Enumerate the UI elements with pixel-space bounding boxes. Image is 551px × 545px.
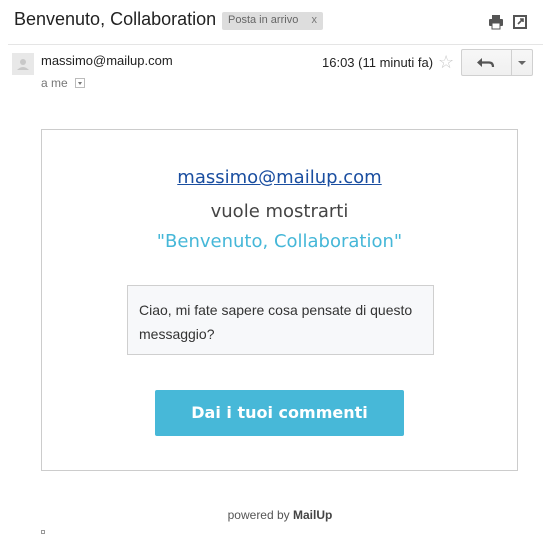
card-intro-text: vuole mostrarti (210, 201, 349, 222)
personal-message: Ciao, mi fate sapere cosa pensate di que… (127, 285, 434, 355)
sender-address[interactable]: massimo@mailup.com (41, 53, 173, 68)
attachment-toggle[interactable] (41, 530, 45, 534)
inbox-label-chip[interactable]: Posta in arrivo x (222, 12, 323, 30)
inbox-label-text: Posta in arrivo (228, 14, 299, 26)
powered-by-text: powered by (227, 508, 290, 522)
card-sender-line: massimo@mailup.com (42, 167, 517, 188)
remove-label-button[interactable]: x (312, 14, 318, 26)
print-icon[interactable] (488, 14, 504, 30)
message-timestamp: 16:03 (11 minuti fa) (322, 55, 434, 70)
subject-bar: Benvenuto, Collaboration Posta in arrivo… (0, 0, 551, 44)
open-in-new-window-icon[interactable] (512, 14, 528, 30)
give-feedback-button[interactable]: Dai i tuoi commenti (155, 390, 404, 436)
email-subject: Benvenuto, Collaboration (14, 9, 217, 29)
star-outline-icon[interactable]: ☆ (438, 52, 454, 72)
card-title: "Benvenuto, Collaboration" (156, 231, 403, 252)
recipient-label: a me (41, 76, 68, 90)
reply-button[interactable] (462, 50, 511, 75)
more-actions-button[interactable] (512, 50, 532, 75)
reply-arrow-icon (477, 58, 495, 68)
recipient-line: a me (41, 76, 86, 90)
header-divider (8, 44, 543, 45)
recipient-details-dropdown[interactable] (75, 78, 86, 88)
invitation-card: massimo@mailup.com vuole mostrarti "Benv… (41, 129, 518, 471)
powered-by-footer: powered by MailUp (0, 508, 551, 522)
reply-button-group (461, 49, 533, 76)
default-avatar-icon (12, 53, 34, 75)
powered-by-brand[interactable]: MailUp (293, 508, 332, 522)
card-sender-link[interactable]: massimo@mailup.com (177, 167, 381, 188)
